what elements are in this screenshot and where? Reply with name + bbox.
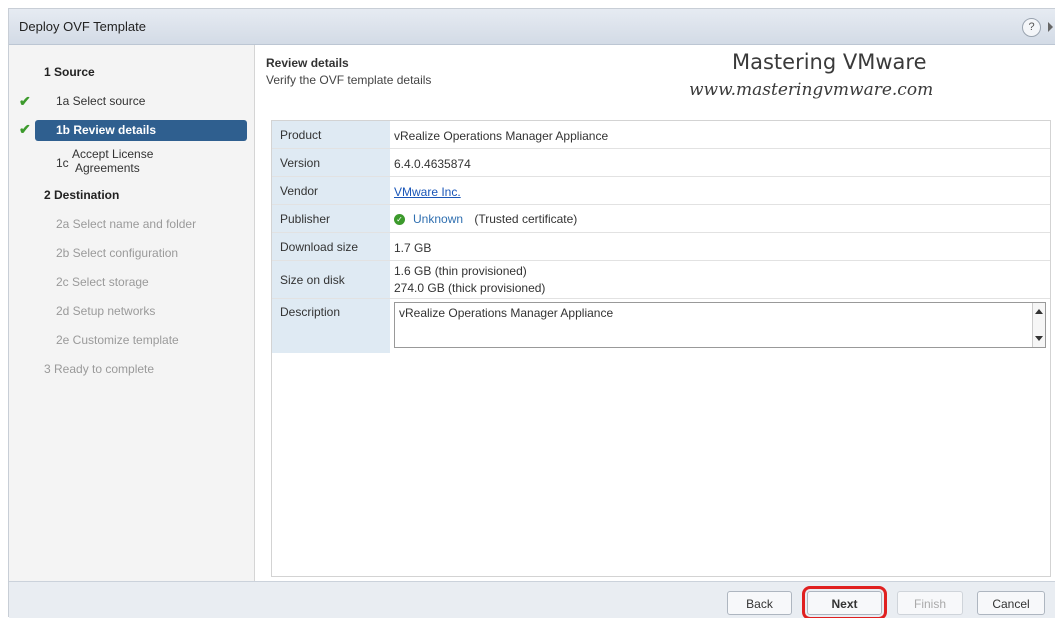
step-accept-license[interactable]: 1c Accept License Agreements	[9, 147, 255, 179]
help-icon[interactable]: ?	[1022, 18, 1041, 37]
detail-row-publisher: Publisher ✓ Unknown (Trusted certificate)	[272, 205, 1050, 233]
scroll-down-icon[interactable]	[1035, 336, 1043, 341]
publisher-value: ✓ Unknown (Trusted certificate)	[394, 212, 577, 226]
step-destination: 2 Destination	[44, 188, 120, 202]
step-accept-license-line1: Accept License	[72, 147, 154, 161]
step-select-source[interactable]: 1a Select source	[9, 94, 255, 108]
detail-value: vRealize Operations Manager Appliance	[394, 129, 609, 143]
dialog-title: Deploy OVF Template	[19, 19, 146, 34]
description-text: vRealize Operations Manager Appliance	[399, 306, 614, 320]
deploy-ovf-dialog: Deploy OVF Template ? 1 Source ✔ 1a Sele…	[8, 8, 1055, 618]
step-ready-to-complete: 3 Ready to complete	[44, 362, 155, 376]
finish-button: Finish	[897, 591, 963, 615]
watermark-title: Mastering VMware	[732, 50, 927, 74]
detail-label: Publisher	[272, 205, 390, 232]
next-button[interactable]: Next	[802, 586, 887, 618]
step-select-storage: 2c Select storage	[56, 275, 149, 289]
detail-label: Product	[272, 121, 390, 148]
back-button[interactable]: Back	[727, 591, 792, 615]
detail-value: 1.7 GB	[394, 241, 432, 255]
detail-label: Download size	[272, 233, 390, 260]
step-review-details[interactable]: 1b Review details	[35, 120, 247, 141]
publisher-name-link[interactable]: Unknown	[413, 212, 463, 226]
dialog-titlebar: Deploy OVF Template ?	[9, 9, 1055, 45]
check-circle-icon: ✓	[394, 214, 405, 226]
detail-row-download-size: Download size 1.7 GB	[272, 233, 1050, 261]
vendor-link[interactable]: VMware Inc.	[394, 185, 461, 199]
main-content: Review details Verify the OVF template d…	[255, 45, 1055, 581]
wizard-steps-sidebar: 1 Source ✔ 1a Select source ✔ 1b Review …	[9, 45, 255, 581]
cancel-button[interactable]: Cancel	[977, 591, 1045, 615]
detail-row-product: Product vRealize Operations Manager Appl…	[272, 121, 1050, 149]
detail-label: Version	[272, 149, 390, 176]
expand-arrow-icon[interactable]	[1048, 22, 1053, 32]
step-setup-networks: 2d Setup networks	[56, 304, 156, 318]
watermark-url: www.masteringvmware.com	[689, 80, 934, 100]
page-subtitle: Verify the OVF template details	[266, 73, 432, 87]
detail-value-thin: 1.6 GB (thin provisioned)	[394, 264, 527, 278]
step-customize-template: 2e Customize template	[56, 333, 179, 347]
step-source: 1 Source	[44, 65, 95, 79]
details-table: Product vRealize Operations Manager Appl…	[271, 120, 1051, 577]
page-title: Review details	[266, 56, 349, 70]
detail-label: Size on disk	[272, 261, 390, 298]
step-select-configuration: 2b Select configuration	[56, 246, 179, 260]
step-accept-license-prefix: 1c	[56, 156, 69, 170]
detail-row-description: Description vRealize Operations Manager …	[272, 299, 1050, 353]
detail-row-version: Version 6.4.0.4635874	[272, 149, 1050, 177]
check-icon: ✔	[19, 121, 31, 137]
detail-row-size-on-disk: Size on disk 1.6 GB (thin provisioned) 2…	[272, 261, 1050, 299]
detail-label: Description	[272, 299, 390, 353]
step-accept-license-line2: Agreements	[75, 161, 140, 175]
detail-label: Vendor	[272, 177, 390, 204]
detail-value-thick: 274.0 GB (thick provisioned)	[394, 281, 546, 295]
publisher-note: (Trusted certificate)	[474, 212, 578, 226]
scroll-up-icon[interactable]	[1035, 309, 1043, 314]
detail-value: 6.4.0.4635874	[394, 157, 471, 171]
description-scrollbar[interactable]	[1032, 303, 1045, 347]
description-textarea[interactable]: vRealize Operations Manager Appliance	[394, 302, 1046, 348]
dialog-footer: Back Next Finish Cancel	[9, 581, 1055, 618]
step-select-name-folder: 2a Select name and folder	[56, 217, 197, 231]
detail-row-vendor: Vendor VMware Inc.	[272, 177, 1050, 205]
